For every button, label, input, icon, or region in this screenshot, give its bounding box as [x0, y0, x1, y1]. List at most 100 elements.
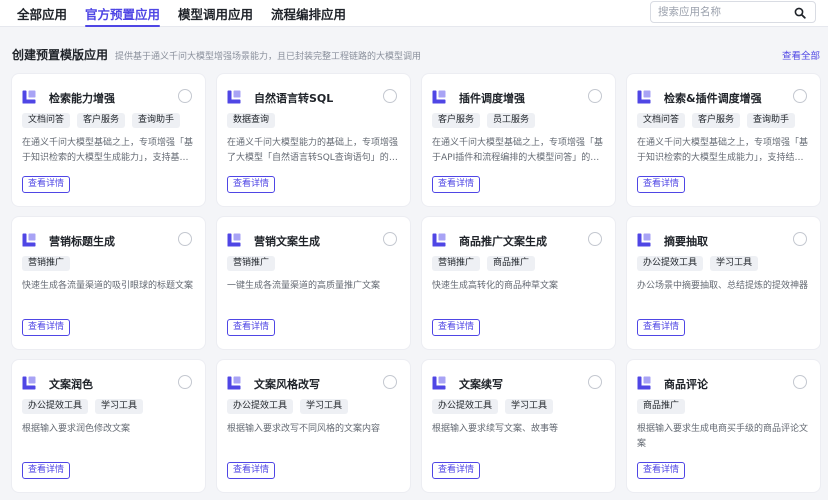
app-tag-list: 营销推广 — [22, 256, 71, 271]
app-card-title: 商品推广文案生成 — [459, 235, 547, 248]
app-card-title: 营销标题生成 — [49, 235, 115, 248]
app-select-radio[interactable] — [588, 232, 602, 246]
app-card-description: 快速生成高转化的商品种草文案 — [432, 281, 559, 291]
view-details-button[interactable]: 查看详情 — [432, 462, 481, 479]
app-tag: 查询助手 — [132, 113, 181, 128]
view-all-link[interactable]: 查看全部 — [782, 48, 820, 62]
app-tag-list: 客户服务 员工服务 — [432, 113, 536, 128]
app-card-title: 检索能力增强 — [49, 92, 115, 105]
app-card[interactable]: 商品评论 商品推广 根据输入要求生成电商买手级的商品评论文案 查看详情 — [627, 360, 820, 492]
app-select-radio[interactable] — [178, 375, 192, 389]
app-select-radio[interactable] — [383, 89, 397, 103]
app-card-description: 办公场景中摘要抽取、总结提炼的提效神器 — [637, 281, 809, 291]
app-tag: 客户服务 — [432, 113, 481, 128]
search-input[interactable] — [658, 4, 788, 20]
app-tag: 学习工具 — [95, 399, 144, 414]
app-template-icon — [637, 376, 651, 390]
app-select-radio[interactable] — [178, 232, 192, 246]
app-card-title: 文案风格改写 — [254, 378, 320, 391]
app-tag: 学习工具 — [505, 399, 554, 414]
app-card[interactable]: 插件调度增强 客户服务 员工服务 在通义千问大模型基础之上，专项增强「基于API插… — [422, 74, 615, 206]
app-card-description: 在通义千问大模型能力的基础上，专项增强了大模型「自然语言转SQL查询语句」的能力 — [227, 138, 399, 163]
app-card-grid: 检索能力增强 文档问答 客户服务 查询助手 在通义千问大模型基础之上，专项增强「基于… — [12, 74, 820, 492]
app-card[interactable]: 检索能力增强 文档问答 客户服务 查询助手 在通义千问大模型基础之上，专项增强「基于… — [12, 74, 205, 206]
app-select-radio[interactable] — [588, 375, 602, 389]
app-tag-list: 文档问答 客户服务 查询助手 — [22, 113, 181, 128]
view-details-button[interactable]: 查看详情 — [22, 319, 71, 336]
app-card[interactable]: 自然语言转SQL 数据查询 在通义千问大模型能力的基础上，专项增强了大模型「自然… — [217, 74, 410, 206]
tab-model-call-apps[interactable]: 模型调用应用 — [169, 0, 262, 27]
app-tag-list: 办公提效工具 学习工具 — [22, 399, 144, 414]
app-template-icon — [637, 233, 651, 247]
app-card[interactable]: 摘要抽取 办公提效工具 学习工具 办公场景中摘要抽取、总结提炼的提效神器 查看详情 — [627, 217, 820, 349]
app-select-radio[interactable] — [588, 89, 602, 103]
app-card-description: 根据输入要求改写不同风格的文案内容 — [227, 424, 381, 434]
app-card[interactable]: 文案续写 办公提效工具 学习工具 根据输入要求续写文案、故事等 查看详情 — [422, 360, 615, 492]
app-card[interactable]: 文案润色 办公提效工具 学习工具 根据输入要求润色修改文案 查看详情 — [12, 360, 205, 492]
view-details-button[interactable]: 查看详情 — [637, 462, 686, 479]
view-details-button[interactable]: 查看详情 — [227, 176, 276, 193]
tab-all-apps[interactable]: 全部应用 — [8, 0, 76, 27]
app-card[interactable]: 文案风格改写 办公提效工具 学习工具 根据输入要求改写不同风格的文案内容 查看详情 — [217, 360, 410, 492]
tab-official-preset-apps[interactable]: 官方预置应用 — [76, 0, 169, 27]
app-tag: 查询助手 — [747, 113, 796, 128]
app-card-description: 根据输入要求生成电商买手级的商品评论文案 — [637, 424, 809, 449]
app-tag: 文档问答 — [637, 113, 686, 128]
app-template-icon — [432, 90, 446, 104]
app-tag-list: 办公提效工具 学习工具 — [637, 256, 759, 271]
app-tag: 学习工具 — [710, 256, 759, 271]
app-tag-list: 商品推广 — [637, 399, 686, 414]
app-card[interactable]: 营销标题生成 营销推广 快速生成各流量渠道的吸引眼球的标题文案 查看详情 — [12, 217, 205, 349]
app-select-radio[interactable] — [793, 375, 807, 389]
app-tag: 办公提效工具 — [637, 256, 704, 271]
app-tag: 办公提效工具 — [22, 399, 89, 414]
app-card-title: 检索&插件调度增强 — [664, 92, 762, 105]
top-bar: 全部应用 官方预置应用 模型调用应用 流程编排应用 — [0, 0, 828, 27]
app-card-title: 自然语言转SQL — [254, 92, 334, 105]
app-card-description: 根据输入要求续写文案、故事等 — [432, 424, 559, 434]
view-details-button[interactable]: 查看详情 — [227, 319, 276, 336]
app-card-title: 文案润色 — [49, 378, 93, 391]
app-select-radio[interactable] — [383, 375, 397, 389]
app-tag-list: 文档问答 客户服务 查询助手 — [637, 113, 796, 128]
app-tag-list: 办公提效工具 学习工具 — [227, 399, 349, 414]
view-details-button[interactable]: 查看详情 — [227, 462, 276, 479]
app-tag: 营销推广 — [432, 256, 481, 271]
view-details-button[interactable]: 查看详情 — [637, 319, 686, 336]
app-card[interactable]: 商品推广文案生成 营销推广 商品推广 快速生成高转化的商品种草文案 查看详情 — [422, 217, 615, 349]
app-tag: 数据查询 — [227, 113, 276, 128]
app-card-title: 营销文案生成 — [254, 235, 320, 248]
app-template-icon — [22, 233, 36, 247]
app-template-icon — [227, 376, 241, 390]
view-details-button[interactable]: 查看详情 — [432, 319, 481, 336]
app-card-description: 在通义千问大模型基础之上，专项增强「基于知识检索的大模型生成能力」，支持基于企业… — [22, 138, 194, 163]
view-details-button[interactable]: 查看详情 — [22, 176, 71, 193]
app-card-title: 文案续写 — [459, 378, 503, 391]
tab-bar: 全部应用 官方预置应用 模型调用应用 流程编排应用 — [8, 0, 355, 27]
view-details-button[interactable]: 查看详情 — [637, 176, 686, 193]
app-select-radio[interactable] — [793, 89, 807, 103]
app-template-icon — [227, 90, 241, 104]
app-tag-list: 数据查询 — [227, 113, 276, 128]
search-icon[interactable] — [794, 7, 806, 19]
app-card-description: 在通义千问大模型基础之上，专项增强「基于API插件和流程编排的大模型问答」的能力 — [432, 138, 604, 163]
app-tag: 客户服务 — [692, 113, 741, 128]
app-tag: 营销推广 — [22, 256, 71, 271]
app-select-radio[interactable] — [178, 89, 192, 103]
app-template-icon — [432, 233, 446, 247]
app-tag-list: 营销推广 商品推广 — [432, 256, 536, 271]
app-tag: 学习工具 — [300, 399, 349, 414]
app-card[interactable]: 营销文案生成 营销推广 一键生成各流量渠道的高质量推广文案 查看详情 — [217, 217, 410, 349]
view-details-button[interactable]: 查看详情 — [432, 176, 481, 193]
tab-flow-orchestration-apps[interactable]: 流程编排应用 — [262, 0, 355, 27]
app-select-radio[interactable] — [793, 232, 807, 246]
section-header: 创建预置模版应用 提供基于通义千问大模型增强场景能力，且已封装完整工程链路的大模… — [12, 46, 820, 64]
app-tag: 办公提效工具 — [227, 399, 294, 414]
view-details-button[interactable]: 查看详情 — [22, 462, 71, 479]
app-card[interactable]: 检索&插件调度增强 文档问答 客户服务 查询助手 在通义千问大模型基础之上，专项增强… — [627, 74, 820, 206]
app-select-radio[interactable] — [383, 232, 397, 246]
section-description: 提供基于通义千问大模型增强场景能力，且已封装完整工程链路的大模型调用 — [115, 52, 422, 62]
search-box — [650, 1, 816, 23]
app-card-title: 摘要抽取 — [664, 235, 708, 248]
app-card-description: 一键生成各流量渠道的高质量推广文案 — [227, 281, 381, 291]
